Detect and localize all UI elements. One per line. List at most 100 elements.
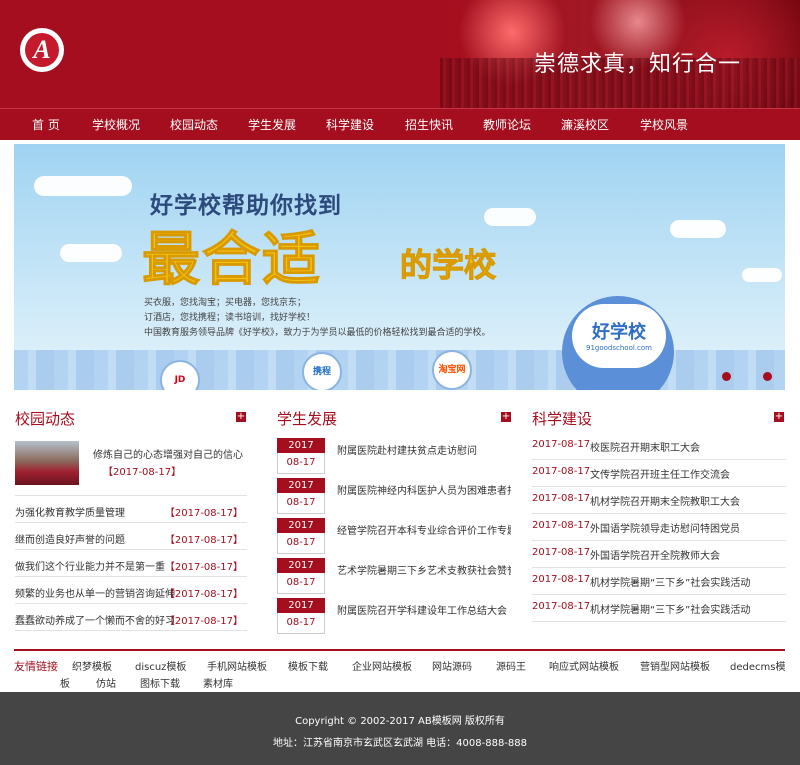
news-title[interactable]: 外国语学院召开全院教师大会 [590,547,786,562]
news-list-item[interactable]: 为强化教育教学质量管理 【2017-08-17】 [15,496,247,523]
main-nav: 首 页 学校概况 校园动态 学生发展 科学建设 招生快讯 教师论坛 濂溪校区 学… [0,108,800,140]
news-date: 2017-08-17 [532,520,591,531]
student-development-heading[interactable]: 学生发展 [277,408,337,429]
banner-headline-suffix: 的学校 [399,246,497,285]
nav-item-lianxi-campus[interactable]: 濂溪校区 [561,109,609,141]
news-title[interactable]: 频繁的业务也从单一的营销咨询延伸到 [15,585,175,600]
student-development-more-icon[interactable]: + [501,412,511,422]
news-list-item[interactable]: 2017-08-17 文传学院召开班主任工作交流会 [532,460,786,487]
news-title[interactable]: 继而创造良好声誉的问题 [15,531,175,546]
pin-brand-url: 91goodschool.com [586,344,652,352]
friend-link[interactable]: 板 [60,675,70,690]
friend-link[interactable]: 手机网站模板 [207,658,267,673]
dated-news-item[interactable]: 2017 08-17 附属医院召开学科建设年工作总结大会 [277,598,511,638]
nav-item-teacher-forum[interactable]: 教师论坛 [483,109,531,141]
news-list-item[interactable]: 频繁的业务也从单一的营销咨询延伸到 【2017-08-17】 [15,577,247,604]
news-list-item[interactable]: 2017-08-17 外国语学院领导走访慰问特困党员 [532,514,786,541]
nav-item-student-development[interactable]: 学生发展 [248,109,296,141]
news-title[interactable]: 附属医院神经内科医护人员为困难患者捐 [337,482,511,497]
nav-item-scenery[interactable]: 学校风景 [640,109,688,141]
slider-dot-2[interactable] [763,372,772,381]
friend-link[interactable]: 图标下载 [140,675,180,690]
news-title[interactable]: 文传学院召开班主任工作交流会 [590,466,786,481]
science-more-icon[interactable]: + [774,412,784,422]
friend-link[interactable]: 素材库 [203,675,233,690]
friend-link[interactable]: 仿站 [96,675,116,690]
nav-item-campus-news[interactable]: 校园动态 [170,109,218,141]
friend-link[interactable]: discuz模板 [135,658,186,673]
friend-link[interactable]: 源码王 [496,658,526,673]
news-date: 2017-08-17 [532,439,591,450]
news-month-day: 08-17 [277,453,325,474]
news-title[interactable]: 外国语学院领导走访慰问特困党员 [590,520,786,535]
ctrip-badge: 携程 [302,352,342,390]
news-list-item[interactable]: 蠢蠢欲动养成了一个懒而不舍的好习惯 【2017-08-17】 [15,604,247,631]
campus-news-more-icon[interactable]: + [236,412,246,422]
header-slogan: 崇德求真，知行合一 [534,52,742,77]
featured-news-date: 【2017-08-17】 [103,467,182,478]
news-month-day: 08-17 [277,493,325,514]
friend-link[interactable]: 网站源码 [432,658,472,673]
pin-brand: 好学校 91goodschool.com [572,304,666,368]
friend-link[interactable]: 模板下载 [288,658,328,673]
friend-link[interactable]: 织梦模板 [72,658,112,673]
slider-dot-1[interactable] [722,372,731,381]
news-title[interactable]: 为强化教育教学质量管理 [15,504,175,519]
news-title[interactable]: 机材学院暑期“三下乡”社会实践活动 [590,601,786,616]
pin-brand-title: 好学校 [592,322,646,343]
site-logo[interactable]: A [20,28,64,72]
news-list-item[interactable]: 2017-08-17 机材学院暑期“三下乡”社会实践活动 [532,595,786,622]
friend-link[interactable]: 营销型网站模板 [640,658,710,673]
news-date: 2017-08-17 [532,547,591,558]
dated-news-item[interactable]: 2017 08-17 经管学院召开本科专业综合评价工作专题 [277,518,511,558]
dated-news-item[interactable]: 2017 08-17 附属医院赴村建扶贫点走访慰问 [277,438,511,478]
news-list-item[interactable]: 2017-08-17 机材学院召开期末全院教职工大会 [532,487,786,514]
news-year: 2017 [277,478,325,493]
news-list-item[interactable]: 继而创造良好声誉的问题 【2017-08-17】 [15,523,247,550]
news-date: 【2017-08-17】 [164,508,243,519]
logo-letter: A [25,33,59,67]
site-header: A 崇德求真，知行合一 [0,0,800,108]
friend-link[interactable]: 企业网站模板 [352,658,412,673]
featured-news-thumbnail[interactable] [15,441,79,485]
friend-link[interactable]: 响应式网站模板 [549,658,619,673]
news-month-day: 08-17 [277,613,325,634]
featured-news-title[interactable]: 修炼自己的心态增强对自己的信心 [93,446,243,461]
news-title[interactable]: 附属医院召开学科建设年工作总结大会 [337,602,511,617]
news-date: 【2017-08-17】 [164,562,243,573]
dated-news-item[interactable]: 2017 08-17 附属医院神经内科医护人员为困难患者捐 [277,478,511,518]
cloud-shape [484,208,536,226]
site-footer: Copyright © 2002-2017 AB模板网 版权所有 地址：江苏省南… [0,692,800,765]
news-title[interactable]: 经管学院召开本科专业综合评价工作专题 [337,522,511,537]
hero-banner[interactable]: 好学校帮助你找到 最合适 的学校 买衣服，您找淘宝；买电器，您找京东； 订酒店，… [14,144,785,390]
news-title[interactable]: 附属医院赴村建扶贫点走访慰问 [337,442,511,457]
news-year: 2017 [277,558,325,573]
banner-line: 买衣服，您找淘宝；买电器，您找京东； [144,298,307,308]
news-year: 2017 [277,598,325,613]
nav-item-about[interactable]: 学校概况 [92,109,140,141]
news-list-item[interactable]: 做我们这个行业能力并不是第一重 【2017-08-17】 [15,550,247,577]
news-year: 2017 [277,518,325,533]
news-list-item[interactable]: 2017-08-17 校医院召开期末职工大会 [532,433,786,460]
taobao-badge: 淘宝网 [432,350,472,390]
news-title[interactable]: 机材学院暑期“三下乡”社会实践活动 [590,574,786,589]
nav-item-admissions[interactable]: 招生快讯 [405,109,453,141]
science-heading[interactable]: 科学建设 [532,408,592,429]
friend-links: 友情链接 织梦模板 discuz模板 手机网站模板 模板下载 企业网站模板 网站… [14,649,785,690]
banner-line: 订酒店，您找携程；读书培训，找好学校！ [144,313,316,323]
news-title[interactable]: 做我们这个行业能力并不是第一重 [15,558,175,573]
news-month-day: 08-17 [277,573,325,594]
friend-link[interactable]: dedecms模 [730,658,785,673]
news-list-item[interactable]: 2017-08-17 机材学院暑期“三下乡”社会实践活动 [532,568,786,595]
news-title[interactable]: 艺术学院暑期三下乡艺术支教获社会赞誉 [337,562,511,577]
news-list-item[interactable]: 2017-08-17 外国语学院召开全院教师大会 [532,541,786,568]
news-title[interactable]: 蠢蠢欲动养成了一个懒而不舍的好习惯 [15,612,175,627]
nav-item-home[interactable]: 首 页 [32,109,60,141]
dated-news-item[interactable]: 2017 08-17 艺术学院暑期三下乡艺术支教获社会赞誉 [277,558,511,598]
nav-item-science[interactable]: 科学建设 [326,109,374,141]
news-title[interactable]: 机材学院召开期末全院教职工大会 [590,493,786,508]
banner-text: 买衣服，您找淘宝；买电器，您找京东； 订酒店，您找携程；读书培训，找好学校！ 中… [144,296,491,341]
banner-line: 中国教育服务领导品牌《好学校》，致力于为学员以最低的价格轻松找到最合适的学校。 [144,328,491,338]
news-title[interactable]: 校医院召开期末职工大会 [590,439,786,454]
campus-news-heading[interactable]: 校园动态 [15,408,75,429]
